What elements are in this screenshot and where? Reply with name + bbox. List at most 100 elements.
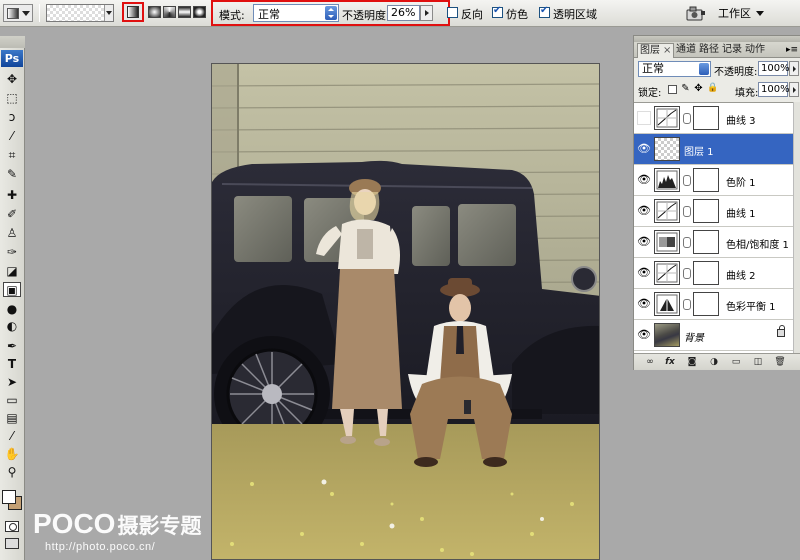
- eye-icon[interactable]: 👁: [637, 173, 651, 187]
- layer-mask-thumbnail[interactable]: [693, 106, 719, 130]
- document-canvas[interactable]: [211, 63, 600, 560]
- layer-mask-thumbnail[interactable]: [693, 199, 719, 223]
- layer-mask-thumbnail[interactable]: [693, 168, 719, 192]
- layer-row-levels-1[interactable]: 👁 色阶 1: [634, 165, 800, 196]
- healing-brush-tool-icon[interactable]: ✚: [4, 188, 20, 203]
- link-icon[interactable]: [683, 299, 691, 310]
- dither-checkbox[interactable]: [492, 5, 503, 18]
- chevron-down-icon[interactable]: [104, 5, 113, 21]
- crop-tool-icon[interactable]: ⌗: [4, 148, 20, 163]
- lock-pixels-icon[interactable]: ✎: [681, 84, 690, 94]
- toolbox-grip[interactable]: [0, 36, 25, 48]
- layer-row-layer-1[interactable]: 👁 图层 1: [634, 134, 800, 165]
- eye-icon[interactable]: 👁: [637, 204, 651, 218]
- eye-icon[interactable]: 👁: [637, 297, 651, 311]
- layer-row-color-balance-1[interactable]: 👁 色彩平衡 1: [634, 289, 800, 320]
- lasso-tool-icon[interactable]: ↄ: [4, 110, 20, 125]
- workspace-camera-icon[interactable]: [685, 5, 707, 21]
- blend-mode-select[interactable]: 正常: [638, 61, 711, 77]
- trash-icon[interactable]: 🗑: [774, 357, 786, 368]
- layer-opacity-input[interactable]: 100%: [758, 61, 790, 76]
- new-layer-icon[interactable]: ◫: [752, 357, 764, 368]
- fill-input[interactable]: 100%: [758, 82, 790, 97]
- path-selection-tool-icon[interactable]: ➤: [4, 375, 20, 390]
- type-tool-icon[interactable]: T: [4, 357, 20, 372]
- adjustment-icon[interactable]: ◑: [708, 357, 720, 368]
- linear-gradient-button[interactable]: [122, 2, 144, 22]
- group-icon[interactable]: ▭: [730, 357, 742, 368]
- eyedropper-tool-icon[interactable]: ⁄: [4, 429, 20, 444]
- radial-gradient-button[interactable]: [148, 6, 161, 18]
- layer-row-curves-3[interactable]: 曲线 3: [634, 103, 800, 134]
- tab-layers-label: 图层: [640, 45, 660, 56]
- shape-tool-icon[interactable]: ▭: [4, 393, 20, 408]
- mode-select[interactable]: 正常: [253, 4, 339, 22]
- layers-scrollbar[interactable]: [793, 102, 800, 353]
- layer-row-background[interactable]: 👁 背景: [634, 320, 800, 351]
- clone-stamp-tool-icon[interactable]: ♙: [4, 226, 20, 241]
- dodge-tool-icon[interactable]: ◐: [4, 319, 20, 334]
- eye-icon[interactable]: 👁: [637, 266, 651, 280]
- link-icon[interactable]: [683, 113, 691, 124]
- reflected-gradient-button[interactable]: [178, 6, 191, 18]
- link-icon[interactable]: [683, 206, 691, 217]
- background-thumbnail: [654, 323, 680, 347]
- gradient-picker[interactable]: [46, 4, 114, 22]
- mode-label: 模式:: [219, 9, 245, 22]
- foreground-color-swatch[interactable]: [2, 490, 16, 504]
- panel-menu-icon[interactable]: ▸≡: [786, 45, 798, 55]
- layer-mask-thumbnail[interactable]: [693, 292, 719, 316]
- layer-row-curves-2[interactable]: 👁 曲线 2: [634, 258, 800, 289]
- close-icon[interactable]: ×: [663, 45, 671, 56]
- move-tool-icon[interactable]: ✥: [4, 72, 20, 87]
- lock-all-icon[interactable]: 🔒: [707, 84, 718, 94]
- eye-icon[interactable]: 👁: [637, 142, 651, 156]
- eye-icon[interactable]: 👁: [637, 328, 651, 342]
- slice-tool-icon[interactable]: ✎: [4, 167, 20, 182]
- mask-icon[interactable]: ◙: [686, 357, 698, 368]
- tab-layers[interactable]: 图层 ×: [637, 43, 675, 58]
- opacity-slider-button[interactable]: [420, 5, 433, 21]
- history-brush-tool-icon[interactable]: ✑: [4, 245, 20, 260]
- chevron-down-icon: [22, 11, 30, 16]
- link-icon[interactable]: [683, 237, 691, 248]
- layer-row-hue-saturation-1[interactable]: 👁 色相/饱和度 1: [634, 227, 800, 258]
- brush-tool-icon[interactable]: ✐: [4, 207, 20, 222]
- gradient-tool-icon[interactable]: ▣: [3, 282, 21, 297]
- link-icon[interactable]: [683, 175, 691, 186]
- tool-preset-picker[interactable]: [3, 4, 33, 22]
- eye-icon[interactable]: 👁: [637, 235, 651, 249]
- magic-wand-tool-icon[interactable]: ⁄: [4, 129, 20, 144]
- link-icon[interactable]: ∞: [644, 357, 656, 368]
- diamond-gradient-button[interactable]: [193, 6, 206, 18]
- fill-slider-button[interactable]: [789, 82, 799, 97]
- layer-mask-thumbnail[interactable]: [693, 261, 719, 285]
- workspace-menu-button[interactable]: 工作区: [718, 5, 764, 21]
- marquee-tool-icon[interactable]: ⬚: [4, 91, 20, 106]
- lock-position-icon[interactable]: ✥: [694, 84, 703, 94]
- opacity-input[interactable]: 26%: [387, 5, 420, 21]
- tab-history[interactable]: 记录: [720, 43, 744, 58]
- pen-tool-icon[interactable]: ✒: [4, 339, 20, 354]
- screen-mode-icon[interactable]: [5, 538, 19, 549]
- hand-tool-icon[interactable]: ✋: [4, 447, 20, 462]
- visibility-toggle-off[interactable]: [637, 111, 651, 125]
- ps-logo: Ps: [1, 50, 23, 67]
- tab-channels[interactable]: 通道: [674, 43, 698, 58]
- layer-mask-thumbnail[interactable]: [693, 230, 719, 254]
- reverse-checkbox[interactable]: [447, 7, 458, 18]
- angle-gradient-button[interactable]: [163, 6, 176, 18]
- zoom-tool-icon[interactable]: ⚲: [4, 465, 20, 480]
- lock-transparency-icon[interactable]: [668, 85, 677, 94]
- link-icon[interactable]: [683, 268, 691, 279]
- blur-tool-icon[interactable]: ●: [4, 302, 20, 317]
- transparency-checkbox[interactable]: [539, 5, 550, 18]
- layer-opacity-slider-button[interactable]: [789, 61, 799, 76]
- tab-actions[interactable]: 动作: [743, 43, 767, 58]
- fx-icon[interactable]: fx: [664, 357, 676, 368]
- eraser-tool-icon[interactable]: ◪: [4, 264, 20, 279]
- tab-paths[interactable]: 路径: [697, 43, 721, 58]
- layer-row-curves-1[interactable]: 👁 曲线 1: [634, 196, 800, 227]
- notes-tool-icon[interactable]: ▤: [4, 411, 20, 426]
- quick-mask-icon[interactable]: [5, 521, 19, 532]
